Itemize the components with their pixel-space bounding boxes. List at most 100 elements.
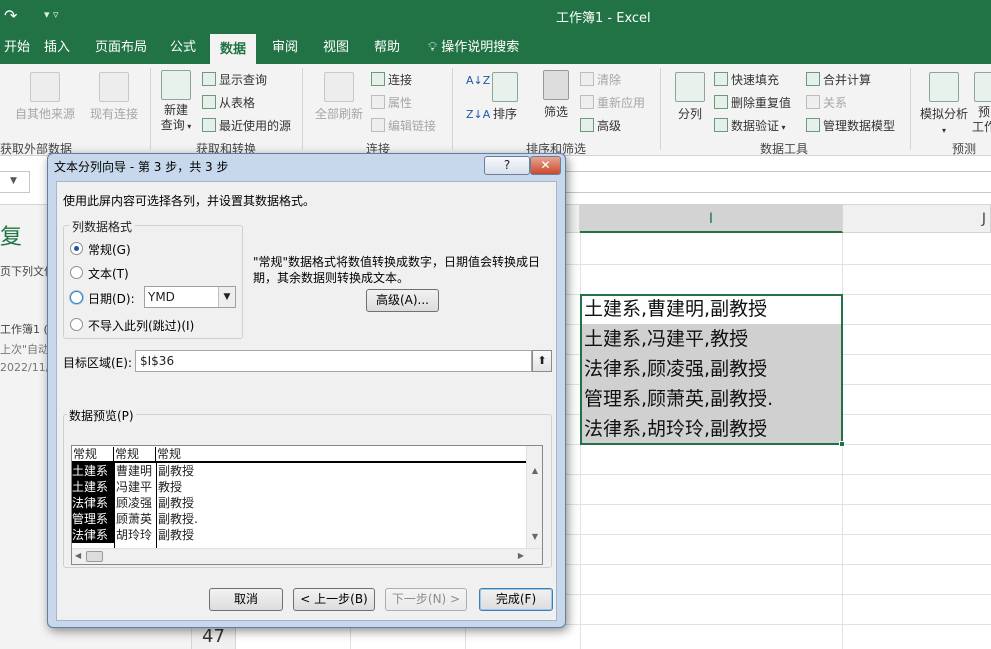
formula-input[interactable] <box>566 171 991 193</box>
preview-col-header[interactable]: 常规 <box>156 447 528 461</box>
from-table-button[interactable]: 从表格 <box>202 94 255 111</box>
radio-date-label[interactable]: 日期(D): <box>88 290 135 307</box>
show-queries-button[interactable]: 显示查询 <box>202 71 267 88</box>
sort-button[interactable]: 排序 <box>490 72 520 122</box>
existing-connections-button[interactable]: 现有连接 <box>86 72 142 122</box>
from-other-sources-button[interactable]: 自其他来源 <box>12 72 78 122</box>
group-label-data-tools: 数据工具 <box>760 142 809 156</box>
relationships-button[interactable]: 关系 <box>806 94 847 111</box>
radio-general[interactable] <box>70 242 83 255</box>
tab-help[interactable]: 帮助 <box>364 32 410 64</box>
reapply-button[interactable]: 重新应用 <box>580 94 645 111</box>
radio-skip[interactable] <box>70 318 83 331</box>
text-to-columns-icon <box>675 72 705 102</box>
preview-cell: 土建系 <box>72 479 114 495</box>
data-model-icon <box>806 118 820 132</box>
from-other-sources-icon <box>30 72 60 102</box>
advanced-button[interactable]: 高级(A)... <box>366 289 439 312</box>
properties-icon <box>371 95 385 109</box>
flash-fill-icon <box>714 72 728 86</box>
column-header-i[interactable]: I <box>580 205 843 233</box>
radio-skip-label[interactable]: 不导入此列(跳过)(I) <box>88 317 194 334</box>
undo-icon[interactable]: ↷ <box>4 6 17 25</box>
tab-formulas[interactable]: 公式 <box>160 32 206 64</box>
tab-insert[interactable]: 插入 <box>34 32 80 64</box>
radio-general-label[interactable]: 常规(G) <box>88 241 131 258</box>
flash-fill-button[interactable]: 快速填充 <box>714 71 779 88</box>
scroll-right-icon[interactable]: ▶ <box>518 551 524 560</box>
radio-text-label[interactable]: 文本(T) <box>88 265 129 282</box>
radio-text[interactable] <box>70 266 83 279</box>
column-header-j[interactable]: J <box>843 205 991 233</box>
preview-vertical-scrollbar[interactable]: ▲ ▼ <box>526 446 542 549</box>
fill-handle[interactable] <box>839 441 845 447</box>
refresh-all-button[interactable]: 全部刷新 <box>310 72 368 122</box>
window-title: 工作簿1 - Excel <box>556 11 651 26</box>
filter-button[interactable]: 筛选 <box>538 70 574 120</box>
row-header-47[interactable]: 47 <box>192 625 236 649</box>
sort-ascending-icon[interactable]: A↓Z <box>466 74 490 87</box>
destination-label: 目标区域(E): <box>63 356 132 370</box>
cancel-button[interactable]: 取消 <box>209 588 283 611</box>
tab-review[interactable]: 审阅 <box>262 32 308 64</box>
properties-button[interactable]: 属性 <box>371 94 412 111</box>
cell-i38[interactable]: 法律系,顾凌强,副教授 <box>580 354 842 384</box>
next-button[interactable]: 下一步(N) > <box>385 588 467 611</box>
group-separator <box>452 68 453 150</box>
group-separator <box>660 68 661 150</box>
advanced-filter-button[interactable]: 高级 <box>580 117 621 134</box>
tab-view[interactable]: 视图 <box>313 32 359 64</box>
scroll-up-icon[interactable]: ▲ <box>527 466 542 475</box>
recovered-file-name[interactable]: 工作簿1 ( <box>0 321 48 337</box>
group-separator <box>910 68 911 150</box>
date-format-select[interactable]: YMD ▼ <box>144 286 236 308</box>
name-box[interactable]: ▼ <box>0 171 30 193</box>
back-button[interactable]: < 上一步(B) <box>293 588 375 611</box>
text-to-columns-button[interactable]: 分列 <box>672 72 708 122</box>
cell-i37[interactable]: 土建系,冯建平,教授 <box>580 324 842 354</box>
connections-button[interactable]: 连接 <box>371 71 412 88</box>
data-preview-box[interactable]: 常规 常规 常规 土建系 曹建明 副教授 土建系 冯建平 教授 法律系 顾凌强 … <box>71 445 543 565</box>
forecast-sheet-icon <box>974 72 991 102</box>
sort-descending-icon[interactable]: Z↓A <box>466 108 490 121</box>
dialog-intro: 使用此屏内容可选择各列，并设置其数据格式。 <box>63 194 316 208</box>
new-query-button[interactable]: 新建 查询 ▾ <box>156 70 196 134</box>
preview-col-header[interactable]: 常规 <box>114 447 156 461</box>
dialog-title: 文本分列向导 - 第 3 步，共 3 步 <box>54 160 229 174</box>
qat-customize-icon[interactable]: ▾ ▿ <box>44 8 59 21</box>
reapply-icon <box>580 95 594 109</box>
help-button[interactable]: ? <box>484 156 530 175</box>
table-icon <box>202 95 216 109</box>
destination-input[interactable]: $I$36 <box>135 350 532 372</box>
cell-i40[interactable]: 法律系,胡玲玲,副教授 <box>580 414 842 444</box>
close-button[interactable]: ✕ <box>530 156 561 175</box>
data-model-button[interactable]: 管理数据模型 <box>806 117 895 134</box>
tab-tell-me[interactable]: 💡︎ 操作说明搜索 <box>418 32 529 64</box>
lightbulb-icon: 💡︎ <box>428 40 442 55</box>
scroll-thumb[interactable] <box>86 551 103 562</box>
clear-filter-button[interactable]: 清除 <box>580 71 621 88</box>
forecast-sheet-button[interactable]: 预工作 <box>972 72 991 135</box>
scroll-left-icon[interactable]: ◀ <box>75 551 81 560</box>
radio-date[interactable] <box>70 291 83 304</box>
data-validation-button[interactable]: 数据验证 ▾ <box>714 117 786 134</box>
preview-cell: 顾凌强 <box>116 496 153 510</box>
cell-i39[interactable]: 管理系,顾萧英,副教授. <box>580 384 842 414</box>
collapse-dialog-icon[interactable]: ⬆ <box>532 350 552 372</box>
preview-horizontal-scrollbar[interactable]: ◀ ▶ <box>72 548 542 564</box>
tab-data[interactable]: 数据 <box>210 32 257 64</box>
preview-col-header[interactable]: 常规 <box>72 447 114 461</box>
what-if-analysis-button[interactable]: 模拟分析 ▾ <box>918 72 970 136</box>
scroll-down-icon[interactable]: ▼ <box>527 532 542 541</box>
cell-i36[interactable]: 土建系,曹建明,副教授 <box>580 294 842 324</box>
new-query-icon <box>161 70 191 100</box>
edit-links-button[interactable]: 编辑链接 <box>371 117 436 134</box>
tab-page-layout[interactable]: 页面布局 <box>85 32 157 64</box>
finish-button[interactable]: 完成(F) <box>479 588 553 611</box>
recent-sources-button[interactable]: 最近使用的源 <box>202 117 291 134</box>
tell-me-label: 操作说明搜索 <box>441 40 520 55</box>
remove-duplicates-button[interactable]: 删除重复值 <box>714 94 791 111</box>
recent-sources-icon <box>202 118 216 132</box>
group-separator <box>150 68 151 150</box>
consolidate-button[interactable]: 合并计算 <box>806 71 871 88</box>
